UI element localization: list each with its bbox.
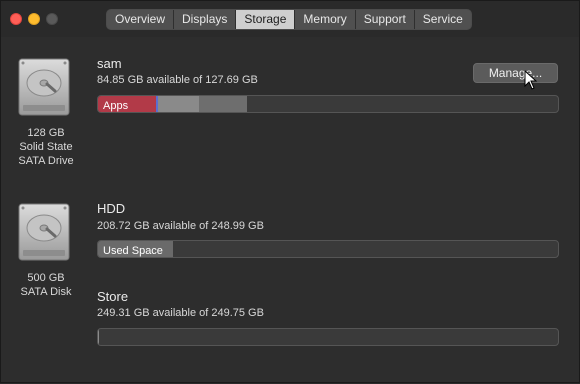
mouse-cursor-icon [524,70,538,90]
storage-bar: Used Space [97,240,559,258]
disk-caption: 128 GB Solid State SATA Drive [1,126,91,168]
close-window-button[interactable] [10,13,22,25]
tab-displays[interactable]: Displays [174,10,237,29]
volume-name: sam [97,56,122,71]
storage-segment-label: Apps [103,100,129,112]
minimize-window-button[interactable] [28,13,40,25]
storage-segment-label: Used Space [103,245,163,257]
manage-button[interactable]: Manage... [473,63,558,83]
storage-segment: Used Space [98,241,173,257]
hard-drive-icon [18,58,70,116]
disk-caption: 500 GB SATA Disk [1,271,91,299]
disk-type-label: SATA Disk [20,286,72,298]
storage-segment [98,329,99,345]
zoom-window-button[interactable] [46,13,58,25]
volume-available: 249.31 GB available of 249.75 GB [97,307,264,319]
storage-segment [157,96,200,112]
hard-drive-icon [18,203,70,261]
tab-overview[interactable]: Overview [107,10,175,29]
tab-memory[interactable]: Memory [295,10,356,29]
volume-name: HDD [97,201,126,216]
disk-size-label: 500 GB [27,272,65,284]
storage-segment: Apps [98,96,156,112]
volume-available: 208.72 GB available of 248.99 GB [97,220,264,232]
disk-type-label: Solid State [19,141,73,153]
tab-support[interactable]: Support [355,10,415,29]
storage-segment [199,96,248,112]
disk-interface-label: SATA Drive [18,155,74,167]
volume-name: Store [97,289,129,304]
storage-pane: 128 GB Solid State SATA Drive sam 84.85 … [1,37,579,384]
tab-service[interactable]: Service [414,10,471,29]
title-bar: Overview Displays Storage Memory Support… [1,1,579,37]
tab-bar: Overview Displays Storage Memory Support… [106,9,472,30]
disk-size-label: 128 GB [27,127,65,139]
volume-available: 84.85 GB available of 127.69 GB [97,74,258,86]
storage-bar [97,328,559,346]
tab-storage[interactable]: Storage [236,10,296,29]
storage-bar: Apps [97,95,559,113]
system-information-window: Overview Displays Storage Memory Support… [0,0,580,383]
